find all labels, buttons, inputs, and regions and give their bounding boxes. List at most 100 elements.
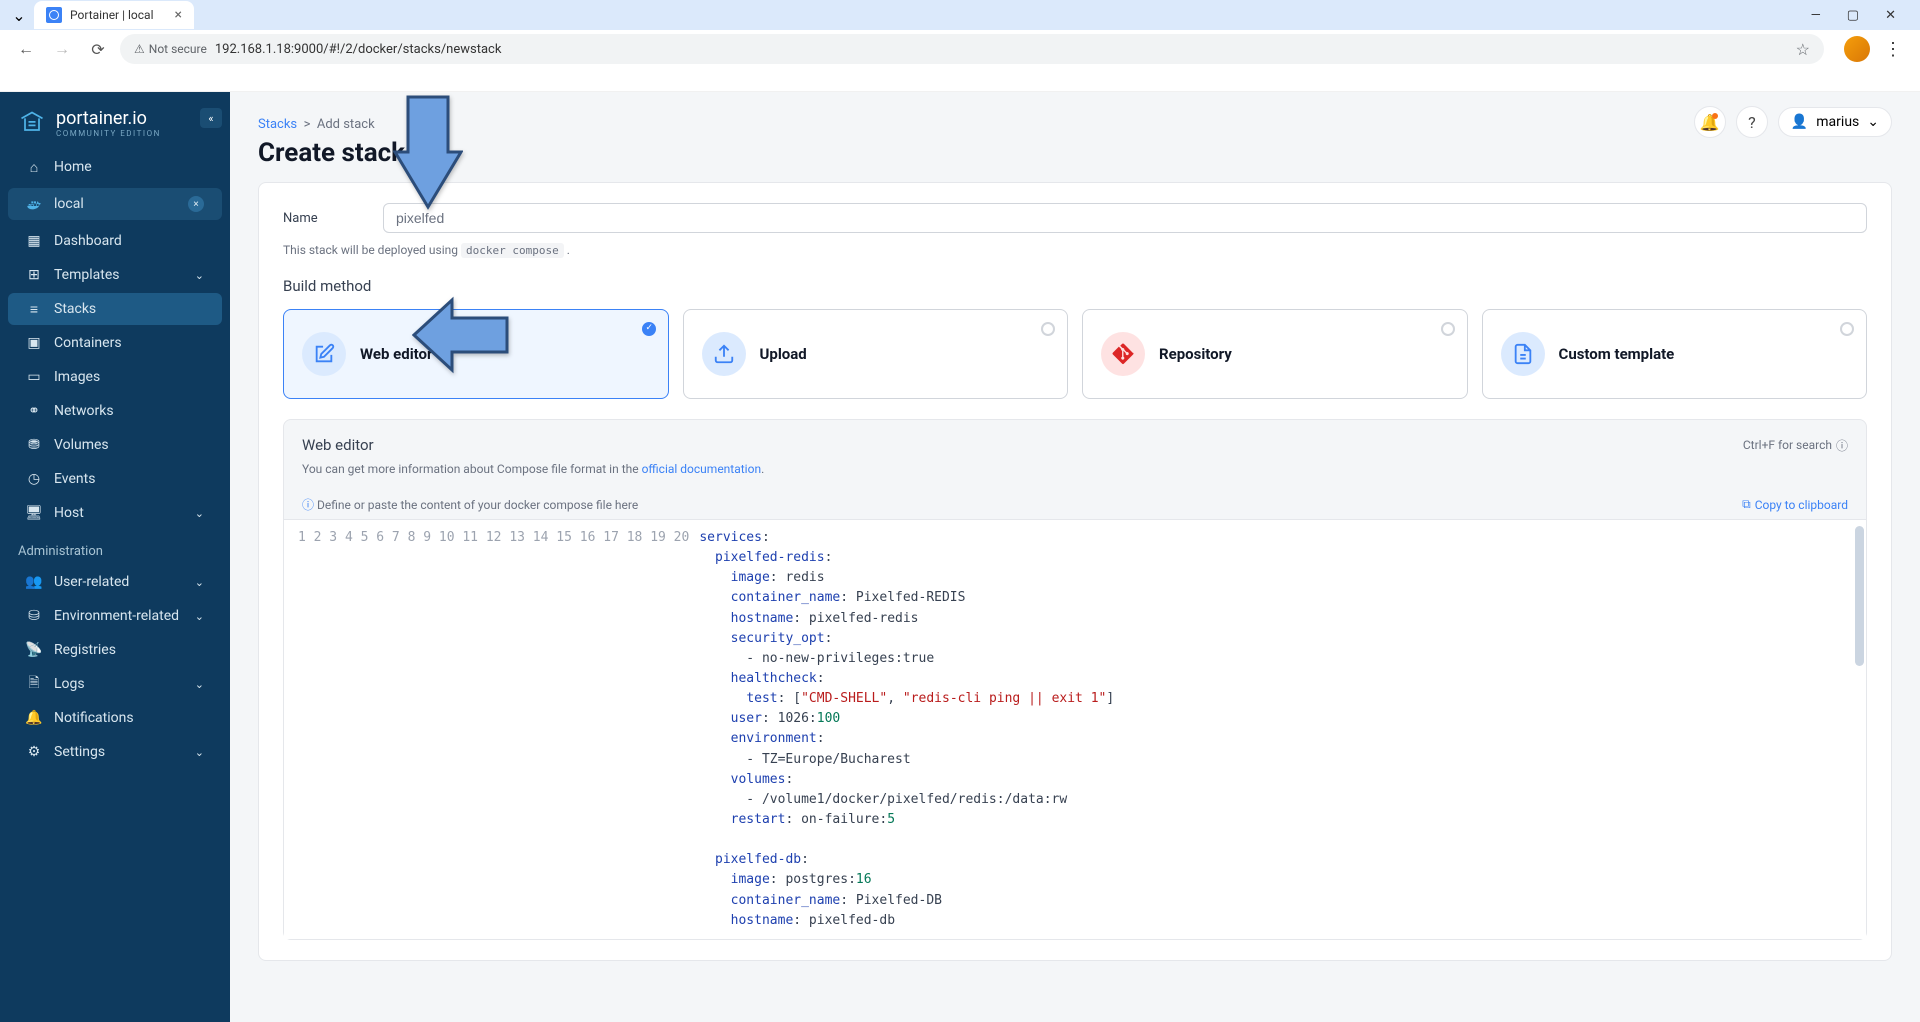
build-method-label: Build method: [283, 277, 1867, 295]
host-icon: 🖥: [26, 505, 42, 521]
sidebar-item-templates[interactable]: ⊞Templates⌄: [8, 259, 222, 291]
chevron-down-icon: ⌄: [195, 269, 204, 282]
breadcrumb-root[interactable]: Stacks: [258, 117, 297, 132]
radio-selected-icon: [642, 322, 656, 336]
method-title: Web editor: [360, 345, 433, 363]
method-title: Custom template: [1559, 345, 1675, 363]
help-icon[interactable]: ⓘ: [1836, 437, 1848, 454]
stacks-icon: ≡: [26, 301, 42, 317]
name-label: Name: [283, 211, 363, 226]
sidebar-item-label: Dashboard: [54, 233, 122, 249]
sidebar-item-registries[interactable]: 📡Registries: [8, 634, 222, 666]
chevron-down-icon: ⌄: [195, 678, 204, 691]
breadcrumb-current: Add stack: [317, 117, 375, 132]
browser-menu-icon[interactable]: ⋮: [1878, 39, 1908, 60]
tab-dropdown-icon[interactable]: ⌄: [8, 4, 30, 26]
sidebar-item-label: Home: [54, 159, 92, 175]
sidebar-item-label: Logs: [54, 676, 85, 692]
images-icon: ▭: [26, 369, 42, 385]
editor-placeholder-hint: ⓘ Define or paste the content of your do…: [302, 496, 638, 513]
sidebar-item-containers[interactable]: ▣Containers: [8, 327, 222, 359]
page-title: Create stack ⟳: [258, 138, 1892, 168]
events-icon: ◷: [26, 471, 42, 487]
templates-icon: ⊞: [26, 267, 42, 283]
scrollbar[interactable]: [1855, 526, 1864, 666]
logs-icon: 🗎: [26, 676, 42, 692]
editor-description: You can get more information about Compo…: [302, 462, 1848, 476]
code-content[interactable]: services: pixelfed-redis: image: redis c…: [699, 520, 1866, 939]
security-chip[interactable]: ⚠ Not secure: [134, 42, 207, 56]
tab-bar: ⌄ Portainer | local × — ▢ ✕: [0, 0, 1920, 30]
close-window-icon[interactable]: ✕: [1881, 4, 1900, 27]
docs-link[interactable]: official documentation: [642, 462, 762, 476]
git-icon: [1101, 332, 1145, 376]
method-upload[interactable]: Upload: [683, 309, 1069, 399]
collapse-sidebar-icon[interactable]: «: [200, 108, 222, 128]
reload-button[interactable]: ⟳: [84, 35, 112, 63]
chevron-down-icon: ⌄: [1867, 114, 1879, 130]
url-bar[interactable]: ⚠ Not secure 192.168.1.18:9000/#!/2/dock…: [120, 34, 1824, 64]
brand-name: portainer.io: [56, 108, 161, 129]
notifications-button[interactable]: 🔔: [1694, 106, 1726, 138]
users-icon: 👥: [26, 574, 42, 590]
chevron-down-icon: ⌄: [195, 507, 204, 520]
sidebar-item-dashboard[interactable]: ▦ Dashboard: [8, 225, 222, 257]
brand-sub: COMMUNITY EDITION: [56, 129, 161, 138]
maximize-icon[interactable]: ▢: [1843, 4, 1863, 27]
sidebar-item-user-related[interactable]: 👥User-related⌄: [8, 566, 222, 598]
help-icon: ?: [1748, 113, 1756, 132]
brand[interactable]: portainer.io COMMUNITY EDITION «: [0, 104, 230, 150]
sidebar-item-logs[interactable]: 🗎 Logs ⌄: [8, 668, 222, 700]
sidebar-item-label: Images: [54, 369, 100, 385]
sidebar-item-label: Environment-related: [54, 608, 179, 624]
sidebar-item-home[interactable]: ⌂ Home: [8, 151, 222, 183]
browser-tab[interactable]: Portainer | local ×: [34, 1, 194, 29]
sidebar-item-images[interactable]: ▭ Images: [8, 361, 222, 393]
profile-avatar[interactable]: [1844, 36, 1870, 62]
editor-title: Web editor: [302, 436, 374, 454]
close-env-icon[interactable]: ×: [188, 196, 204, 212]
minimize-icon[interactable]: —: [1807, 4, 1825, 27]
method-repository[interactable]: Repository: [1082, 309, 1468, 399]
sidebar-item-label: Events: [54, 471, 95, 487]
sidebar-item-environment[interactable]: local ×: [8, 188, 222, 220]
user-menu[interactable]: 👤 marius ⌄: [1778, 107, 1892, 137]
sidebar-item-stacks[interactable]: ≡Stacks: [8, 293, 222, 325]
line-gutter: 1 2 3 4 5 6 7 8 9 10 11 12 13 14 15 16 1…: [284, 520, 699, 939]
networks-icon: ⚭: [26, 403, 42, 419]
deploy-note-prefix: This stack will be deployed using: [283, 243, 461, 257]
form-card: Name This stack will be deployed using d…: [258, 182, 1892, 961]
containers-icon: ▣: [26, 335, 42, 351]
forward-button[interactable]: →: [48, 35, 76, 63]
sidebar-item-settings[interactable]: ⚙Settings⌄: [8, 736, 222, 768]
sidebar: portainer.io COMMUNITY EDITION « ⌂ Home …: [0, 92, 230, 1022]
sidebar-item-networks[interactable]: ⚭Networks: [8, 395, 222, 427]
sidebar-item-volumes[interactable]: ⛃Volumes: [8, 429, 222, 461]
sidebar-item-host[interactable]: 🖥Host⌄: [8, 497, 222, 529]
chevron-down-icon: ⌄: [195, 746, 204, 759]
sidebar-item-notifications[interactable]: 🔔Notifications: [8, 702, 222, 734]
top-actions: 🔔 ? 👤 marius ⌄: [1694, 106, 1892, 138]
tab-title: Portainer | local: [70, 8, 167, 22]
bookmark-icon[interactable]: ☆: [1796, 40, 1810, 59]
method-custom-template[interactable]: Custom template: [1482, 309, 1868, 399]
editor-info-row: ⓘ Define or paste the content of your do…: [302, 490, 1848, 519]
name-input[interactable]: [383, 203, 1867, 233]
copy-to-clipboard[interactable]: ⧉ Copy to clipboard: [1742, 497, 1848, 512]
sidebar-item-label: Registries: [54, 642, 116, 658]
code-editor[interactable]: 1 2 3 4 5 6 7 8 9 10 11 12 13 14 15 16 1…: [284, 519, 1866, 939]
volumes-icon: ⛃: [26, 437, 42, 453]
method-title: Upload: [760, 345, 807, 363]
dashboard-icon: ▦: [26, 233, 42, 249]
help-button[interactable]: ?: [1736, 106, 1768, 138]
back-button[interactable]: ←: [12, 35, 40, 63]
method-web-editor[interactable]: Web editor: [283, 309, 669, 399]
refresh-icon[interactable]: ⟳: [415, 144, 428, 163]
user-name: marius: [1816, 114, 1859, 130]
template-icon: [1501, 332, 1545, 376]
sidebar-item-env-related[interactable]: ⛁Environment-related⌄: [8, 600, 222, 632]
close-icon[interactable]: ×: [175, 7, 182, 23]
deploy-note-code: docker compose: [461, 243, 564, 258]
sidebar-item-events[interactable]: ◷ Events: [8, 463, 222, 495]
copy-icon: ⧉: [1742, 497, 1751, 512]
